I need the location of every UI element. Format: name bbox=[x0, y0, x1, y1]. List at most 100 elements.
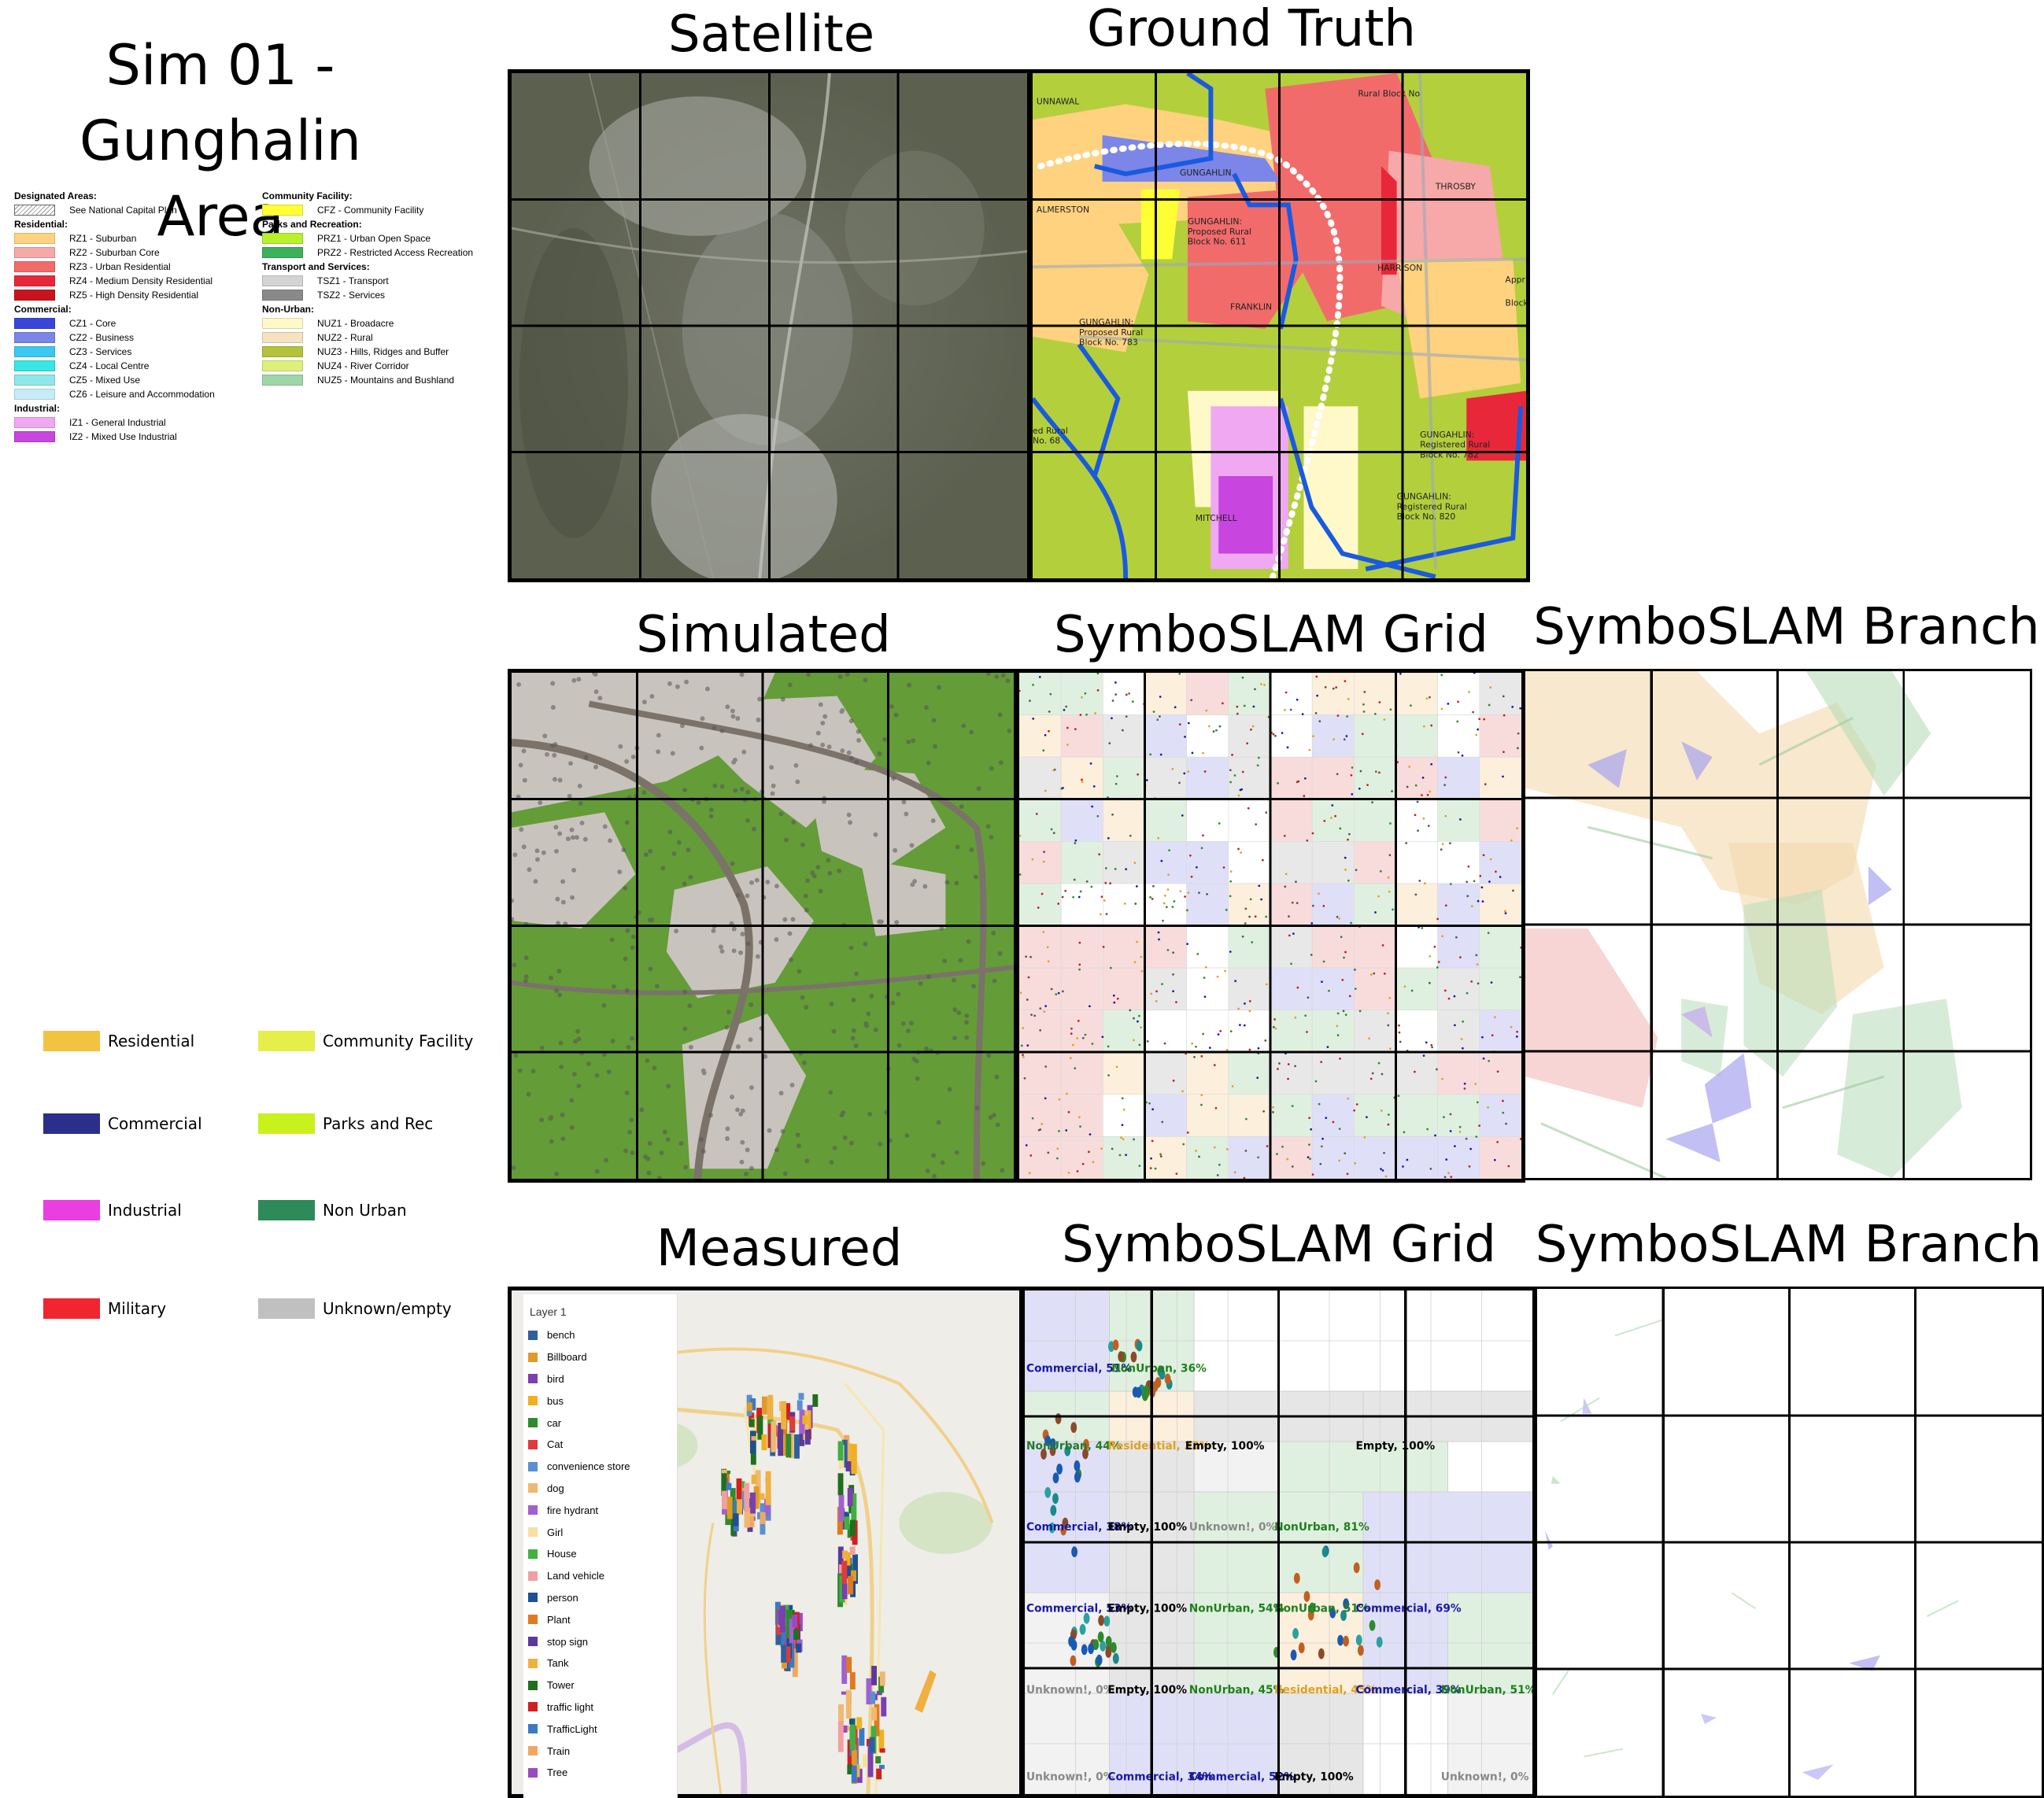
measured-legend-item: traffic light bbox=[528, 1696, 677, 1719]
measured-label: dog bbox=[547, 1482, 564, 1494]
gt-map-label: THROSBY bbox=[1435, 182, 1476, 192]
title-ground-truth: Ground Truth bbox=[1087, 0, 1416, 58]
measured-label: traffic light bbox=[547, 1700, 594, 1713]
gt-map-label: HARRISON bbox=[1377, 263, 1422, 273]
measured-legend-item: stop sign bbox=[528, 1630, 677, 1652]
category-label: Residential bbox=[108, 1032, 195, 1050]
gt-map-label: Block No. 820 bbox=[1397, 511, 1456, 522]
zoning-legend-item: CZ6 - Leisure and Accommodation bbox=[14, 387, 258, 401]
category-swatch bbox=[258, 1031, 315, 1051]
zoning-legend-item: CZ5 - Mixed Use bbox=[14, 373, 258, 387]
measured-label: stop sign bbox=[547, 1635, 589, 1648]
measured-swatch bbox=[528, 1396, 538, 1406]
zoning-label: IZ2 - Mixed Use Industrial bbox=[69, 431, 177, 442]
category-swatch bbox=[43, 1298, 100, 1319]
zoning-swatch bbox=[262, 233, 303, 244]
zoning-legend-item: RZ2 - Suburban Core bbox=[14, 246, 258, 260]
ground-truth-panel: UNNAWAL GUNGAHLIN THROSBY ALMERSTON GUNGAHLI… bbox=[1029, 69, 1530, 582]
measured-legend-item: convenience store bbox=[528, 1456, 677, 1478]
gt-map-label: GUNGAHLIN: bbox=[1188, 216, 1242, 227]
measured-swatch bbox=[528, 1461, 538, 1471]
zoning-swatch bbox=[262, 332, 303, 343]
zoning-legend-item: NUZ3 - Hills, Ridges and Buffer bbox=[262, 345, 514, 359]
grid-cell-label: Empty, 100% bbox=[1107, 1684, 1187, 1696]
gt-map-label: ALMERSTON bbox=[1037, 205, 1089, 215]
grid-cell-label: Empty, 100% bbox=[1107, 1521, 1187, 1534]
measured-legend-item: House bbox=[528, 1543, 677, 1565]
gt-map-label: Proposed Rural bbox=[1188, 227, 1251, 237]
zoning-label: CFZ - Community Facility bbox=[317, 205, 424, 216]
zoning-legend-left: Designated Areas: See National Capital Pl… bbox=[14, 189, 258, 444]
zoning-legend-item: NUZ1 - Broadacre bbox=[262, 316, 514, 330]
measured-label: Billboard bbox=[547, 1351, 587, 1364]
measured-label: bench bbox=[547, 1329, 575, 1342]
zoning-label: CZ6 - Leisure and Accommodation bbox=[69, 389, 215, 400]
zoning-swatch bbox=[14, 417, 55, 428]
measured-legend-item: Tree bbox=[528, 1762, 677, 1784]
title-satellite: Satellite bbox=[667, 6, 875, 64]
zoning-legend-header: Designated Areas: bbox=[14, 190, 97, 201]
gt-map-label: Block No. 611 bbox=[1188, 237, 1247, 247]
measured-legend-item: Land vehicle bbox=[528, 1565, 677, 1587]
gt-map-label: Rural Block No bbox=[1358, 89, 1420, 99]
zoning-legend-item: See National Capital Plan bbox=[14, 203, 258, 217]
measured-label: convenience store bbox=[547, 1460, 630, 1473]
simulated-render bbox=[512, 673, 1014, 1179]
grid-meas-map: Commercial, 51%NonUrban, 36%NonUrban, 44… bbox=[1025, 1290, 1532, 1794]
branch-sim-panel bbox=[1523, 669, 2032, 1180]
zoning-legend-item: TSZ1 - Transport bbox=[262, 274, 514, 288]
grid-cell-label: Unknown!, 0% bbox=[1441, 1770, 1529, 1783]
category-swatch bbox=[43, 1200, 100, 1220]
zoning-swatch bbox=[262, 290, 303, 301]
zoning-label: CZ1 - Core bbox=[69, 318, 116, 329]
zoning-label: NUZ5 - Mountains and Bushland bbox=[317, 375, 455, 386]
gt-map-label: Block bbox=[1505, 297, 1526, 308]
zoning-swatch bbox=[262, 375, 303, 386]
measured-label: TrafficLight bbox=[547, 1722, 597, 1735]
zoning-swatch bbox=[14, 346, 55, 357]
zoning-label: RZ4 - Medium Density Residential bbox=[69, 275, 213, 286]
measured-label: House bbox=[547, 1548, 577, 1560]
measured-swatch bbox=[528, 1571, 538, 1581]
measured-swatch bbox=[528, 1615, 538, 1625]
zoning-swatch bbox=[262, 247, 303, 258]
measured-legend-item: bird bbox=[528, 1368, 677, 1390]
category-legend-item: Commercial bbox=[43, 1113, 202, 1134]
measured-legend-item: TrafficLight bbox=[528, 1718, 677, 1740]
category-label: Industrial bbox=[108, 1201, 182, 1220]
grid-cell-label: Unknown!, 0% bbox=[1026, 1770, 1114, 1783]
measured-swatch bbox=[528, 1330, 538, 1340]
zoning-legend-header: Parks and Recreation: bbox=[262, 219, 362, 230]
zoning-legend-item: RZ5 - High Density Residential bbox=[14, 288, 258, 302]
measured-legend-item: bus bbox=[528, 1390, 677, 1412]
grid-cell-label: Unknown!, 0% bbox=[1189, 1521, 1277, 1534]
zoning-legend-item: RZ1 - Suburban bbox=[14, 231, 258, 246]
gt-map-label: Block No. 782 bbox=[1420, 449, 1479, 460]
measured-swatch bbox=[528, 1637, 538, 1647]
zoning-swatch bbox=[262, 360, 303, 371]
category-label: Commercial bbox=[108, 1114, 202, 1133]
zoning-label: See National Capital Plan bbox=[69, 205, 177, 216]
category-legend-item: Residential bbox=[43, 1031, 194, 1051]
zoning-label: NUZ2 - Rural bbox=[317, 332, 373, 343]
measured-swatch bbox=[528, 1593, 538, 1603]
zoning-legend-header: Transport and Services: bbox=[262, 261, 370, 272]
measured-label: Land vehicle bbox=[547, 1570, 604, 1582]
gt-map-label: GUNGAHLIN: bbox=[1079, 317, 1133, 327]
gt-map-label: Registered Rural bbox=[1420, 440, 1490, 450]
zoning-label: TSZ2 - Services bbox=[317, 290, 386, 301]
measured-swatch bbox=[528, 1505, 538, 1516]
gt-map-label: No. 68 bbox=[1033, 436, 1060, 446]
zoning-label: RZ3 - Urban Residential bbox=[69, 261, 171, 272]
category-swatch bbox=[258, 1298, 315, 1319]
gt-map-label: GUNGAHLIN bbox=[1180, 168, 1232, 178]
zoning-swatch bbox=[14, 275, 55, 286]
zoning-swatch bbox=[14, 290, 55, 301]
category-swatch bbox=[258, 1113, 315, 1134]
category-label: Parks and Rec bbox=[323, 1114, 434, 1133]
zoning-swatch bbox=[14, 375, 55, 386]
grid-cell-label: Empty, 100% bbox=[1185, 1440, 1265, 1453]
measured-legend-item: Girl bbox=[528, 1521, 677, 1543]
grid-cell-label: NonUrban, 36% bbox=[1111, 1362, 1207, 1375]
category-legend-item: Parks and Rec bbox=[258, 1113, 433, 1134]
